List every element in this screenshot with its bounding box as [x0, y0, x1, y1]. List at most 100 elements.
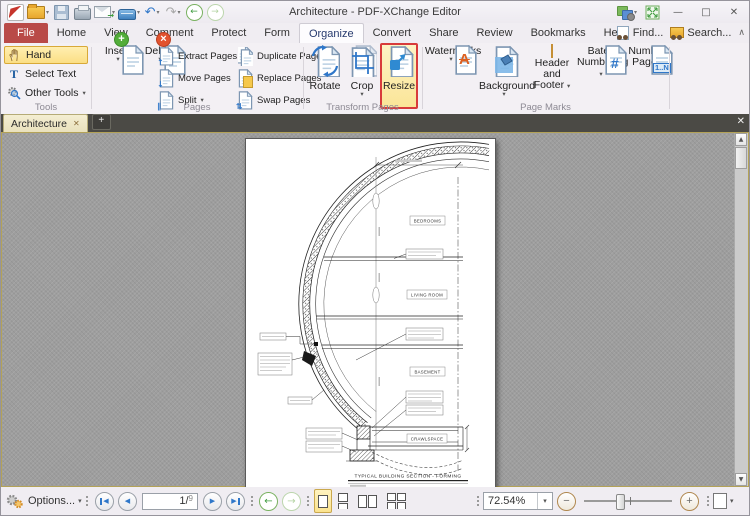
plus-badge-icon: +	[114, 32, 129, 47]
layout-two-pages-continuous-button[interactable]	[383, 489, 410, 513]
tab-home[interactable]: Home	[48, 23, 95, 43]
move-pages-button[interactable]: ↓ Move Pages	[157, 69, 231, 88]
close-button[interactable]: ✕	[723, 3, 745, 21]
pdf-xchange-editor-window: ▾ → ▾ ▾ ↶ ▾ ↷ ▾ ← → Architecture - PDF-XCha…	[0, 0, 750, 516]
history-back-button[interactable]: ←	[185, 3, 203, 21]
splitter-grip[interactable]	[307, 496, 309, 506]
zoom-slider-handle[interactable]	[616, 494, 625, 510]
fit-page-button[interactable]	[713, 493, 727, 509]
splitter-grip[interactable]	[477, 496, 479, 506]
pdf-page[interactable]: BEDROOMS LIVING ROOM BASEMENT CRAWLSPACE…	[245, 138, 496, 488]
splitter-grip[interactable]	[251, 496, 253, 506]
tab-organize[interactable]: Organize	[298, 23, 364, 43]
tab-protect[interactable]: Protect	[202, 23, 255, 43]
room-label-living-room: LIVING ROOM	[411, 292, 443, 297]
layout-continuous-button[interactable]	[334, 489, 352, 513]
redo-button[interactable]: ↷ ▾	[164, 3, 182, 21]
splitter-grip[interactable]	[707, 496, 709, 506]
layout-single-page-button[interactable]	[314, 489, 332, 513]
tab-share[interactable]: Share	[420, 23, 467, 43]
rotate-pages-button[interactable]: Rotate	[307, 45, 343, 92]
scrollbar-thumb[interactable]	[735, 147, 747, 169]
email-button[interactable]: → ▾	[94, 3, 115, 21]
next-page-button[interactable]: ▶	[203, 491, 222, 511]
history-forward-button[interactable]: →	[206, 3, 224, 21]
resize-pages-button[interactable]: Resize	[382, 45, 416, 92]
crop-pages-button[interactable]: Crop ▾	[345, 45, 379, 98]
replace-pages-icon	[238, 69, 253, 88]
undo-button[interactable]: ↶ ▾	[143, 3, 161, 21]
watermarks-button[interactable]: A Watermarks ▾	[425, 45, 481, 62]
layout-two-pages-button[interactable]	[354, 489, 381, 513]
extract-pages-button[interactable]: ↑ Extract Pages	[157, 47, 237, 66]
background-button[interactable]: Background ▾	[479, 45, 535, 98]
tab-convert[interactable]: Convert	[364, 23, 421, 43]
tab-close-icon[interactable]: ✕	[73, 119, 80, 128]
room-label-basement: BASEMENT	[414, 369, 440, 374]
select-text-button[interactable]: T Select Text	[4, 65, 88, 83]
document-tab-architecture[interactable]: Architecture ✕	[3, 114, 88, 132]
close-document-button[interactable]: ✕	[737, 116, 745, 127]
background-icon	[489, 68, 519, 80]
hand-tool-button[interactable]: Hand	[4, 46, 88, 64]
find-icon	[616, 26, 630, 40]
rotate-icon	[310, 45, 340, 80]
x-badge-icon: ×	[156, 32, 171, 47]
open-file-button[interactable]: ▾	[27, 3, 49, 21]
duplicate-pages-icon	[238, 47, 253, 66]
group-label-transform-pages: Transform Pages	[326, 102, 399, 113]
images-gear-icon	[616, 5, 635, 21]
group-label-pages: Pages	[183, 102, 211, 113]
insert-pages-button[interactable]: + Insert ▾	[98, 32, 138, 62]
printer-icon	[73, 4, 91, 20]
previous-page-button[interactable]: ◀	[118, 491, 137, 511]
other-tools-button[interactable]: Other Tools ▾	[4, 84, 88, 102]
tab-form[interactable]: Form	[255, 23, 299, 43]
zoom-slider-tick	[630, 497, 631, 505]
document-tab-bar: Architecture ✕ + ✕	[1, 114, 749, 132]
scroll-down-button[interactable]: ▼	[735, 473, 747, 486]
new-tab-button[interactable]: +	[91, 114, 111, 130]
scanner-icon	[118, 8, 137, 20]
tab-bookmarks[interactable]: Bookmarks	[522, 23, 595, 43]
maximize-button[interactable]: □	[695, 3, 717, 21]
document-canvas[interactable]: BEDROOMS LIVING ROOM BASEMENT CRAWLSPACE…	[1, 132, 749, 488]
vertical-scrollbar[interactable]: ▲ ▼	[734, 133, 748, 486]
session-restore-button[interactable]	[643, 3, 661, 21]
zoom-out-button[interactable]: −	[557, 491, 576, 511]
view-forward-button[interactable]: →	[282, 491, 301, 511]
last-page-button[interactable]: ▶	[226, 491, 245, 511]
hand-icon	[9, 48, 18, 62]
header-and-footer-button[interactable]: Header and Footer ▾	[529, 44, 575, 91]
find-button[interactable]: Find...	[616, 26, 663, 40]
bates-numbering-button[interactable]: # Bates Numbering ▾	[577, 45, 628, 79]
view-back-button[interactable]: ←	[259, 491, 278, 511]
scan-button[interactable]: ▾	[118, 3, 140, 21]
email-icon: →	[94, 6, 114, 20]
select-text-icon: T	[9, 66, 18, 81]
zoom-slider[interactable]	[584, 494, 672, 510]
zoom-in-button[interactable]: +	[680, 491, 699, 511]
move-pages-icon: ↓	[157, 69, 174, 88]
extract-pages-icon: ↑	[157, 47, 174, 66]
options-gear-icon	[6, 494, 24, 509]
search-button[interactable]: Search...	[670, 26, 731, 40]
page-number-input[interactable]: 1/9	[142, 492, 198, 510]
ui-theme-button[interactable]: ▾	[616, 3, 637, 21]
number-pages-button[interactable]: 1..N Number Pages	[627, 45, 667, 68]
fit-page-caret[interactable]: ▾	[730, 497, 734, 505]
ribbon-organize: Hand T Select Text Other Tools ▾ Tools +…	[1, 32, 749, 115]
print-button[interactable]	[73, 3, 91, 21]
collapse-ribbon-button[interactable]: ∧	[738, 28, 745, 38]
minimize-button[interactable]: —	[667, 3, 689, 21]
splitter-grip[interactable]	[85, 496, 88, 506]
zoom-dropdown-caret[interactable]: ▾	[537, 493, 552, 509]
scroll-up-button[interactable]: ▲	[735, 133, 747, 146]
title-bar: ▾ → ▾ ▾ ↶ ▾ ↷ ▾ ← → Architecture - PDF-XCha…	[1, 1, 749, 23]
tab-file[interactable]: File	[4, 23, 48, 43]
zoom-level-combobox[interactable]: 72.54% ▾	[483, 492, 553, 510]
tab-review[interactable]: Review	[467, 23, 521, 43]
first-page-button[interactable]: ◀	[95, 491, 114, 511]
save-button[interactable]	[52, 3, 70, 21]
options-button[interactable]: Options...	[28, 495, 75, 507]
